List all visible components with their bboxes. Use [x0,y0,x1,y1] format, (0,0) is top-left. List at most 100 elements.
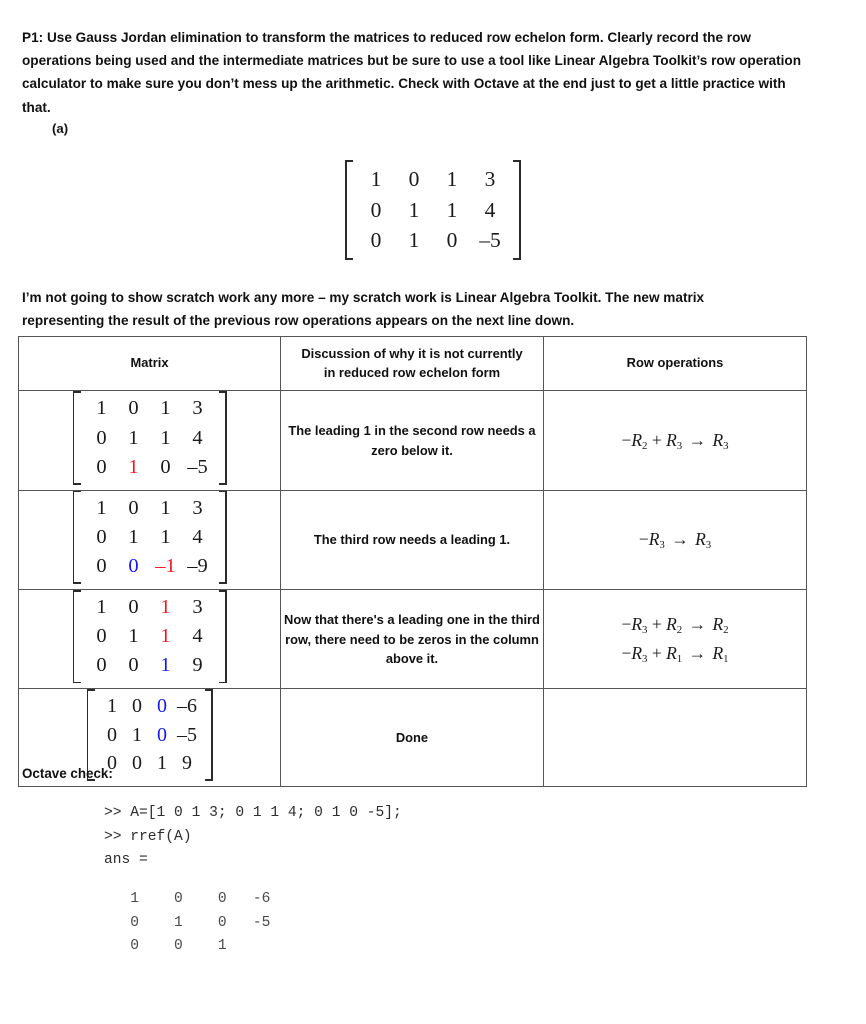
row-operation: −R3 → R3 [638,529,712,552]
matrix-right-bracket [218,490,227,585]
matrix-entry: 4 [192,625,203,648]
matrix-left-bracket [72,391,82,486]
matrix-entry: 4 [192,525,203,548]
problem-statement: P1: Use Gauss Jordan elimination to tran… [22,26,812,120]
matrix-entry: –9 [187,554,208,577]
matrix-entry: –5 [187,455,208,478]
matrix-right-bracket [218,590,227,684]
matrix-row: 0114 [86,622,214,651]
matrix-entry: 1 [446,167,458,191]
matrix-entry: 9 [192,654,203,677]
matrix-entry: 0 [96,654,107,677]
matrix-entry: 1 [160,596,171,619]
table-row: 1 0 1 3 0 1 1 4 0 0 1 9 Now that there's a leading o… [18,589,807,690]
matrix-row: 0019 [100,749,200,777]
matrix-entry: –5 [479,228,501,253]
cell-row-operations: −R3 → R3 [543,489,807,591]
matrix-entry: 3 [192,397,203,420]
cell-discussion: Done [280,688,544,787]
matrix-row: 1013 [86,593,214,622]
matrix-entry: 1 [160,525,171,548]
table-body: 1 0 1 3 0 1 1 4 0 1 0 –5 The leading 1 in the second… [18,390,807,787]
problem-text: Use Gauss Jordan elimination to transfor… [22,29,802,115]
matrix-entry: 0 [370,228,382,253]
matrix-entry: 0 [128,596,139,619]
matrix-entry: 0 [160,455,171,478]
matrix-entry: 1 [96,496,107,519]
cell-matrix: 1 0 1 3 0 1 1 4 0 0 –1 –9 [18,489,281,591]
matrix-rows: 1 0 1 3 0 1 1 4 0 1 0 –5 [82,391,218,484]
matrix-entry: 0 [107,723,117,746]
matrix-rows: 1 0 1 3 0 1 1 4 0 0 –1 –9 [82,491,218,584]
matrix-left-bracket [345,160,354,260]
problem-label: P1: [22,29,44,45]
header-discussion-line2: in reduced row echelon form [323,364,501,380]
matrix-entry: –6 [177,695,197,718]
matrix-entry: 0 [96,455,107,478]
matrix-row: 1 0 0 –6 [100,692,200,720]
part-label: (a) [52,121,69,136]
matrix-row: 0114 [86,424,214,453]
matrix-entry: 1 [128,625,139,648]
matrix-entry: 1 [408,228,420,253]
matrix-entry: 0 [446,228,458,253]
cell-matrix: 101301140019 [18,589,281,690]
matrix: 1 0 1 3 0 1 1 4 0 0 –1 –9 [72,490,227,585]
matrix-row: 0114 [86,523,214,552]
matrix-entry: 0 [132,752,142,775]
display-matrix: 1 0 1 3 0 1 1 4 0 1 0 –5 [345,160,521,260]
cell-matrix: 1 0 1 3 0 1 1 4 0 1 0 –5 [18,390,281,491]
matrix-row: 0 1 0 –5 [100,721,200,749]
display-matrix-container: 1 0 1 3 0 1 1 4 0 1 0 –5 [0,160,866,265]
matrix-entry: 1 [408,197,420,222]
matrix-left-bracket [72,490,82,585]
row-operation: −R3 + R1 → R1 [621,643,729,666]
matrix-entry: 4 [484,197,496,222]
matrix-row: 0 0 –1 –9 [86,552,214,581]
matrix-entry: 0 [157,695,167,718]
matrix-entry: 1 [96,596,107,619]
matrix-entry: 1 [128,426,139,449]
cell-discussion: Now that there's a leading one in the th… [280,589,544,690]
row-operation: −R3 + R2 → R2 [621,613,729,636]
matrix-entry: 1 [157,752,167,775]
matrix-row: 0 1 0 –5 [86,453,214,482]
matrix-entry: 0 [96,625,107,648]
scratch-work-note: I’m not going to show scratch work any m… [22,289,705,328]
matrix-left-bracket [72,590,82,684]
matrix-right-bracket [512,160,521,260]
matrix-row: 0 1 0 –5 [357,225,509,256]
matrix-entry: 0 [96,525,107,548]
matrix-entry: 1 [128,455,139,478]
matrix-entry: 0 [128,496,139,519]
cell-row-operations: −R3 + R2 → R2 −R3 + R1 → R1 [543,589,807,690]
matrix-entry: 3 [484,167,496,191]
rref-steps-table: Matrix Discussion of why it is not curre… [18,335,807,787]
matrix-row: 0019 [86,651,214,680]
matrix-entry: 1 [160,654,171,677]
matrix-entry: 1 [128,525,139,548]
matrix-entry: 1 [160,397,171,420]
matrix-entry: 3 [192,596,203,619]
matrix-entry: 0 [128,654,139,677]
matrix-entry: 1 [160,426,171,449]
header-discussion: Discussion of why it is not currently in… [280,335,544,392]
matrix-right-bracket [204,689,213,781]
cell-discussion: The leading 1 in the second row needs a … [280,390,544,491]
matrix-entry: 1 [132,723,142,746]
matrix-entry: 0 [408,167,420,191]
matrix-entry: 1 [96,397,107,420]
cell-row-operations [543,688,807,787]
matrix-entry: 1 [160,496,171,519]
row-operation: −R2 + R3 → R3 [621,429,729,452]
table-header-row: Matrix Discussion of why it is not curre… [18,335,807,392]
matrix-row: 0114 [357,195,509,226]
matrix-entry: 9 [182,752,192,775]
table-row: 1 0 1 3 0 1 1 4 0 1 0 –5 The leading 1 in the second… [18,390,807,491]
matrix-entry: 1 [446,197,458,222]
matrix-entry: 1 [370,167,382,191]
matrix-entry: 0 [128,554,139,577]
cell-row-operations: −R2 + R3 → R3 [543,390,807,491]
matrix-entry: 0 [128,397,139,420]
matrix-entry: 0 [96,554,107,577]
